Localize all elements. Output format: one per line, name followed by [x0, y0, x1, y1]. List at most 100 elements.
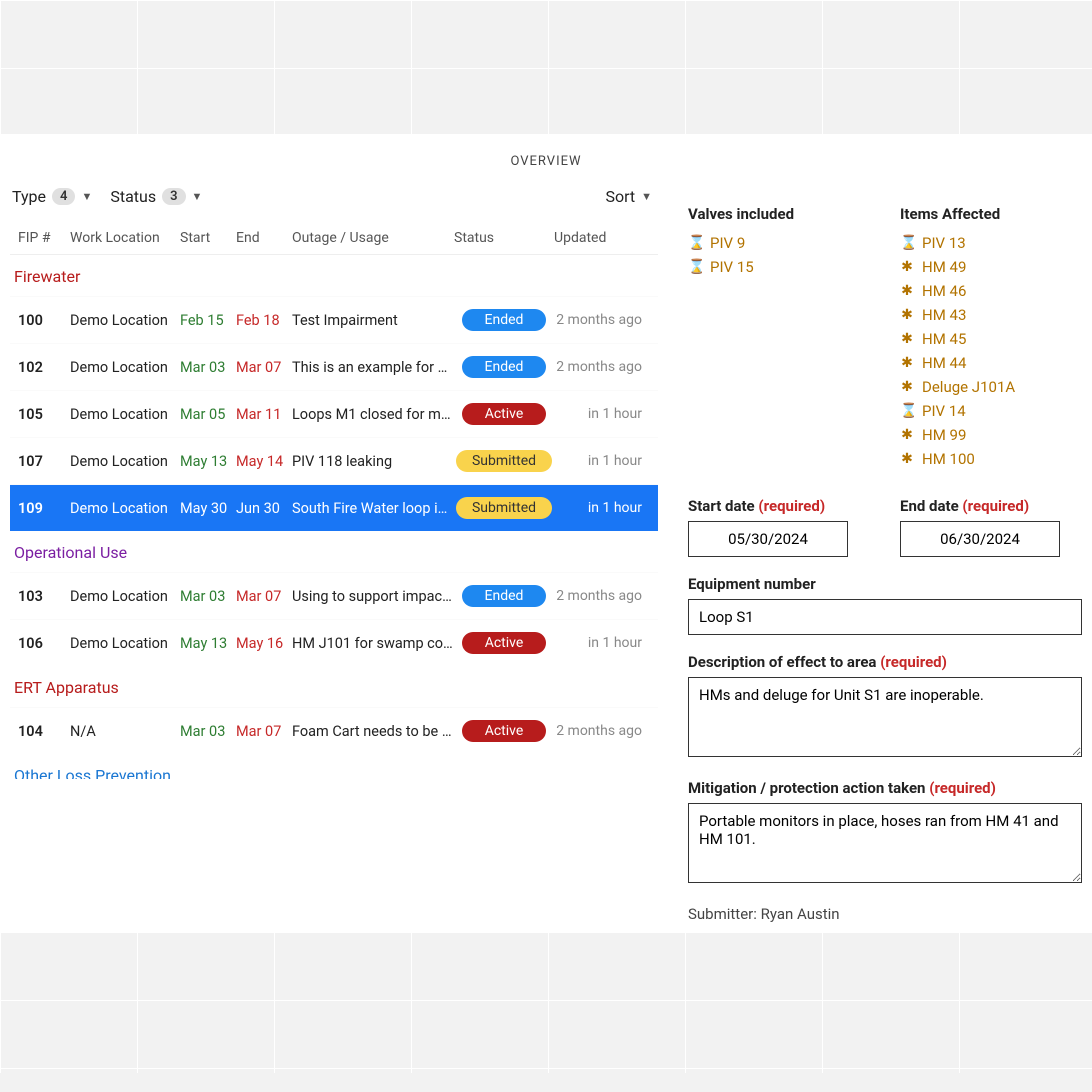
filter-bar: Type 4 ▼ Status 3 ▼ Sort ▼	[10, 187, 658, 222]
details-panel: Valves included ⌛PIV 9⌛PIV 15 Items Affe…	[688, 187, 1082, 923]
monitor-icon: ✱	[900, 451, 914, 467]
affected-label: HM 46	[922, 282, 966, 300]
cell-updated: 2 months ago	[554, 723, 650, 739]
cell-status: Ended	[454, 309, 554, 331]
status-badge: Ended	[462, 309, 546, 331]
cell-end: May 14	[236, 453, 292, 470]
cell-end: Mar 07	[236, 359, 292, 376]
start-date-input[interactable]	[688, 521, 848, 557]
table-row[interactable]: 100Demo LocationFeb 15Feb 18Test Impairm…	[10, 296, 658, 343]
cell-outage: HM J101 for swamp co…	[292, 635, 454, 652]
background-grid-bottom	[0, 933, 1092, 1073]
filter-status-label: Status	[110, 187, 156, 206]
cell-fip: 103	[18, 588, 70, 605]
cell-outage: PIV 118 leaking	[292, 453, 454, 470]
cell-status: Submitted	[454, 450, 554, 472]
affected-label: HM 100	[922, 450, 975, 468]
cell-location: Demo Location	[70, 500, 180, 517]
col-updated: Updated	[554, 230, 650, 246]
status-badge: Active	[462, 403, 546, 425]
cell-end: May 16	[236, 635, 292, 652]
cell-end: Mar 11	[236, 406, 292, 423]
chevron-down-icon: ▼	[641, 190, 652, 203]
cell-start: Mar 03	[180, 359, 236, 376]
background-grid-top	[0, 0, 1092, 134]
affected-item[interactable]: ✱ HM 100	[900, 447, 1082, 471]
filter-status-count: 3	[162, 188, 185, 205]
group-header[interactable]: Other Loss Prevention	[10, 754, 658, 779]
cell-updated: 2 months ago	[554, 359, 650, 375]
col-start: Start	[180, 230, 236, 246]
cell-outage: Test Impairment	[292, 312, 454, 329]
mitigation-textarea[interactable]	[688, 803, 1082, 883]
description-textarea[interactable]	[688, 677, 1082, 757]
affected-item[interactable]: ✱HM 43	[900, 303, 1082, 327]
table-row[interactable]: 103Demo LocationMar 03Mar 07Using to sup…	[10, 572, 658, 619]
cell-outage: Loops M1 closed for m…	[292, 406, 454, 423]
cell-updated: in 1 hour	[554, 453, 650, 469]
affected-item[interactable]: ✱HM 99	[900, 423, 1082, 447]
cell-start: Mar 03	[180, 723, 236, 740]
group-header[interactable]: ERT Apparatus	[10, 666, 658, 707]
affected-item[interactable]: ✱HM 46	[900, 279, 1082, 303]
cell-start: May 30	[180, 500, 236, 517]
cell-start: Mar 03	[180, 588, 236, 605]
cell-location: Demo Location	[70, 312, 180, 329]
submitter: Submitter: Ryan Austin	[688, 905, 1082, 923]
cell-status: Active	[454, 403, 554, 425]
cell-location: Demo Location	[70, 588, 180, 605]
sort-label: Sort	[605, 187, 635, 206]
chevron-down-icon: ▼	[192, 190, 203, 203]
sort-dropdown[interactable]: Sort ▼	[605, 187, 652, 206]
filter-type-label: Type	[12, 187, 46, 206]
description-label: Description of effect to area (required)	[688, 653, 1082, 671]
affected-label: HM 99	[922, 426, 966, 444]
table-row[interactable]: 104N/AMar 03Mar 07Foam Cart needs to be …	[10, 707, 658, 754]
equipment-number-input[interactable]	[688, 599, 1082, 635]
affected-item[interactable]: ✱HM 49	[900, 255, 1082, 279]
cell-location: N/A	[70, 723, 180, 740]
col-loc: Work Location	[70, 230, 180, 246]
valve-item[interactable]: ⌛PIV 15	[688, 255, 870, 279]
table-row[interactable]: 106Demo LocationMay 13May 16HM J101 for …	[10, 619, 658, 666]
col-outage: Outage / Usage	[292, 230, 454, 246]
table-row[interactable]: 102Demo LocationMar 03Mar 07This is an e…	[10, 343, 658, 390]
affected-item[interactable]: ✱Deluge J101A	[900, 375, 1082, 399]
cell-end: Jun 30	[236, 500, 292, 517]
table-body[interactable]: Firewater100Demo LocationFeb 15Feb 18Tes…	[10, 255, 658, 779]
end-date-label: End date (required)	[900, 497, 1082, 515]
filter-type-count: 4	[52, 188, 75, 205]
affected-item[interactable]: ⌛PIV 13	[900, 231, 1082, 255]
table-row[interactable]: 105Demo LocationMar 05Mar 11Loops M1 clo…	[10, 390, 658, 437]
filter-status[interactable]: Status 3 ▼	[110, 187, 202, 206]
cell-fip: 102	[18, 359, 70, 376]
cell-status: Ended	[454, 356, 554, 378]
table-row[interactable]: 109Demo LocationMay 30Jun 30South Fire W…	[10, 484, 658, 531]
cell-status: Active	[454, 632, 554, 654]
affected-label: Deluge J101A	[922, 378, 1015, 396]
affected-item[interactable]: ✱HM 44	[900, 351, 1082, 375]
cell-updated: in 1 hour	[554, 500, 650, 516]
table-row[interactable]: 107Demo LocationMay 13May 14PIV 118 leak…	[10, 437, 658, 484]
affected-label: PIV 14	[922, 402, 966, 420]
affected-label: HM 45	[922, 330, 966, 348]
cell-updated: in 1 hour	[554, 406, 650, 422]
affected-item[interactable]: ✱ HM 45	[900, 327, 1082, 351]
filter-type[interactable]: Type 4 ▼	[12, 187, 92, 206]
status-badge: Active	[462, 632, 546, 654]
monitor-icon: ✱	[900, 259, 914, 275]
valve-label: PIV 15	[710, 258, 754, 276]
valve-icon: ⌛	[688, 235, 702, 251]
mitigation-label: Mitigation / protection action taken (re…	[688, 779, 1082, 797]
valves-included-title: Valves included	[688, 205, 870, 223]
monitor-icon: ✱	[900, 331, 914, 347]
overview-title: OVERVIEW	[0, 154, 1092, 169]
valve-item[interactable]: ⌛PIV 9	[688, 231, 870, 255]
cell-outage: Foam Cart needs to be r…	[292, 723, 454, 740]
affected-item[interactable]: ⌛PIV 14	[900, 399, 1082, 423]
group-header[interactable]: Operational Use	[10, 531, 658, 572]
end-date-input[interactable]	[900, 521, 1060, 557]
group-header[interactable]: Firewater	[10, 255, 658, 296]
cell-fip: 106	[18, 635, 70, 652]
cell-fip: 105	[18, 406, 70, 423]
